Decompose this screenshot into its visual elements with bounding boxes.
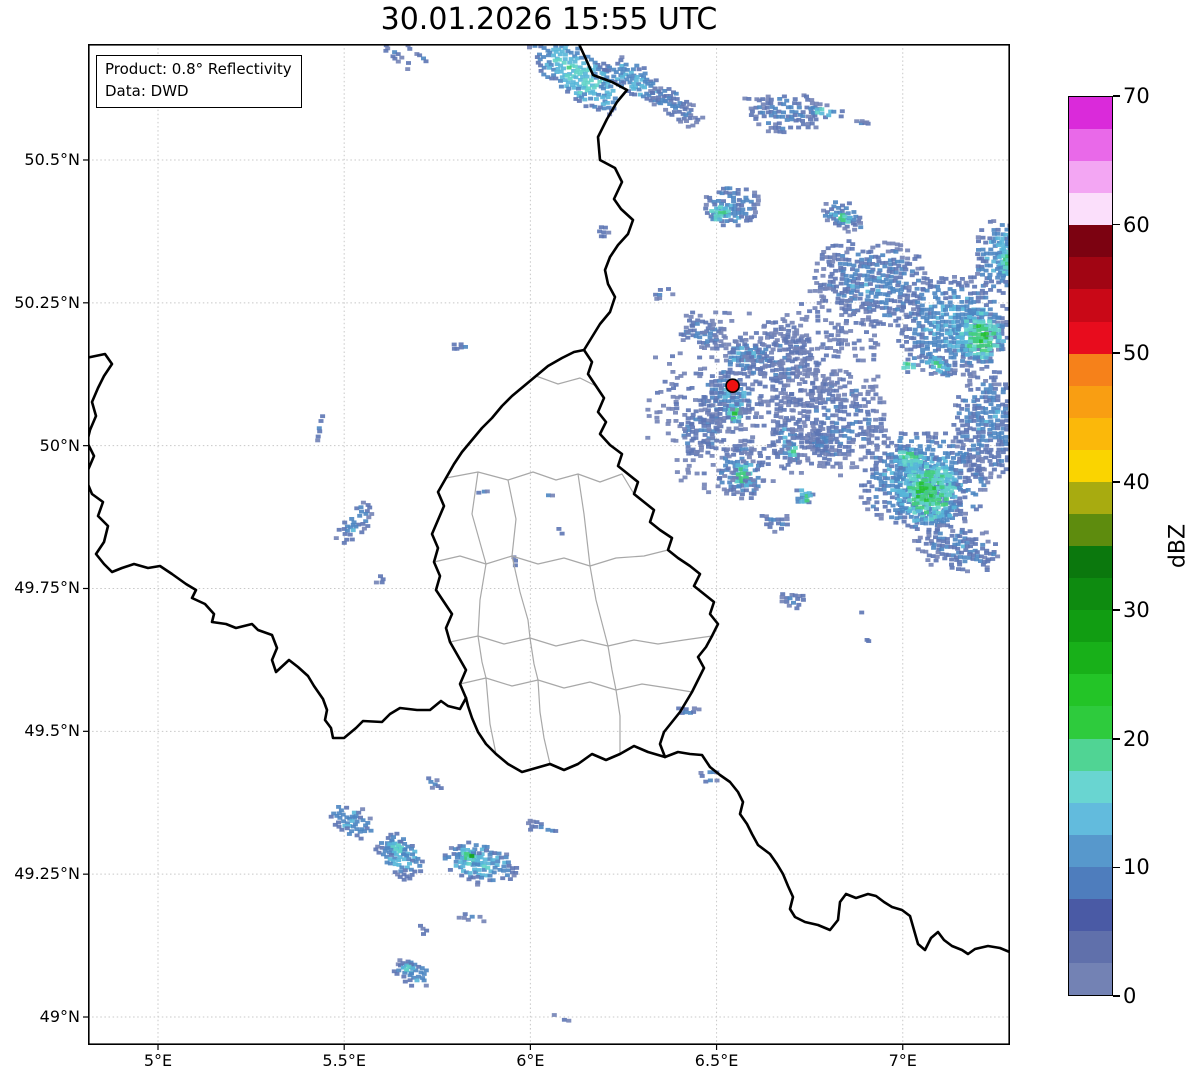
- y-tick-label: 49.5°N: [24, 721, 80, 741]
- colorbar-band: [1069, 449, 1112, 482]
- radar-figure: 30.01.2026 15:55 UTC Product: 0.8° Refle…: [0, 0, 1202, 1081]
- colorbar-tick-label: 10: [1123, 855, 1150, 880]
- y-tick-label: 50.5°N: [24, 149, 80, 169]
- colorbar-band: [1069, 802, 1112, 835]
- y-tick-label: 49°N: [39, 1007, 80, 1026]
- colorbar-band: [1069, 706, 1112, 739]
- colorbar-tick-label: 40: [1123, 469, 1150, 494]
- x-tick-label: 5.5°E: [322, 1051, 366, 1070]
- x-tick-label: 7°E: [888, 1051, 917, 1070]
- colorbar-tick: [1113, 223, 1120, 226]
- colorbar-unit-label: dBZ: [1165, 523, 1191, 569]
- colorbar-band: [1069, 642, 1112, 675]
- figure-title: 30.01.2026 15:55 UTC: [380, 2, 718, 37]
- radar-map: [83, 44, 1011, 1050]
- colorbar-tick: [1113, 95, 1120, 97]
- colorbar-band: [1069, 417, 1112, 450]
- colorbar-tick-label: 20: [1123, 726, 1150, 751]
- colorbar-band: [1069, 97, 1112, 130]
- product-label: Product: 0.8° Reflectivity: [105, 60, 292, 78]
- colorbar-tick: [1113, 866, 1120, 869]
- x-tick-label: 5°E: [143, 1051, 173, 1070]
- colorbar-tick: [1113, 995, 1120, 997]
- colorbar-tick: [1113, 480, 1120, 483]
- colorbar-band: [1069, 385, 1112, 418]
- colorbar-tick: [1113, 352, 1120, 354]
- colorbar-band: [1069, 481, 1112, 515]
- colorbar-band: [1069, 610, 1112, 643]
- colorbar-band: [1069, 931, 1112, 964]
- colorbar-band: [1069, 770, 1112, 803]
- colorbar-band: [1069, 161, 1112, 194]
- colorbar-band: [1069, 321, 1112, 354]
- colorbar-band: [1069, 353, 1112, 386]
- colorbar-tick-label: 70: [1123, 84, 1150, 108]
- radar-site-marker: [725, 378, 740, 394]
- x-tick-label: 6.5°E: [694, 1051, 739, 1070]
- colorbar-tick-label: 30: [1123, 598, 1150, 623]
- colorbar-band: [1069, 514, 1112, 547]
- colorbar-band: [1069, 738, 1112, 771]
- colorbar-band: [1069, 225, 1112, 258]
- colorbar-band: [1069, 257, 1112, 290]
- colorbar-band: [1069, 578, 1112, 611]
- colorbar-band: [1069, 546, 1112, 579]
- y-tick-label: 50°N: [39, 435, 80, 455]
- colorbar-band: [1069, 898, 1112, 932]
- colorbar-band: [1069, 289, 1112, 322]
- colorbar-tick-label: 60: [1123, 212, 1150, 237]
- colorbar-band: [1069, 866, 1112, 899]
- country-borders: [88, 44, 1010, 956]
- colorbar: [1068, 96, 1113, 996]
- colorbar-band: [1069, 834, 1112, 867]
- x-tick-label: 6°E: [516, 1051, 545, 1070]
- colorbar-tick-label: 50: [1123, 341, 1150, 366]
- colorbar-band: [1069, 963, 1112, 996]
- y-tick-label: 50.25°N: [14, 292, 80, 312]
- y-tick-label: 49.75°N: [14, 578, 80, 598]
- colorbar-tick: [1113, 738, 1120, 740]
- colorbar-tick-label: 0: [1123, 984, 1137, 1008]
- colorbar-band: [1069, 674, 1112, 707]
- product-info-box: Product: 0.8° Reflectivity Data: DWD: [96, 55, 302, 108]
- y-tick-label: 49.25°N: [14, 864, 80, 884]
- data-source-label: Data: DWD: [105, 81, 189, 100]
- colorbar-band: [1069, 193, 1112, 226]
- radar-echo-field: [315, 44, 1010, 1023]
- graticule: [83, 44, 1010, 1050]
- colorbar-band: [1069, 129, 1112, 162]
- colorbar-tick: [1113, 609, 1120, 612]
